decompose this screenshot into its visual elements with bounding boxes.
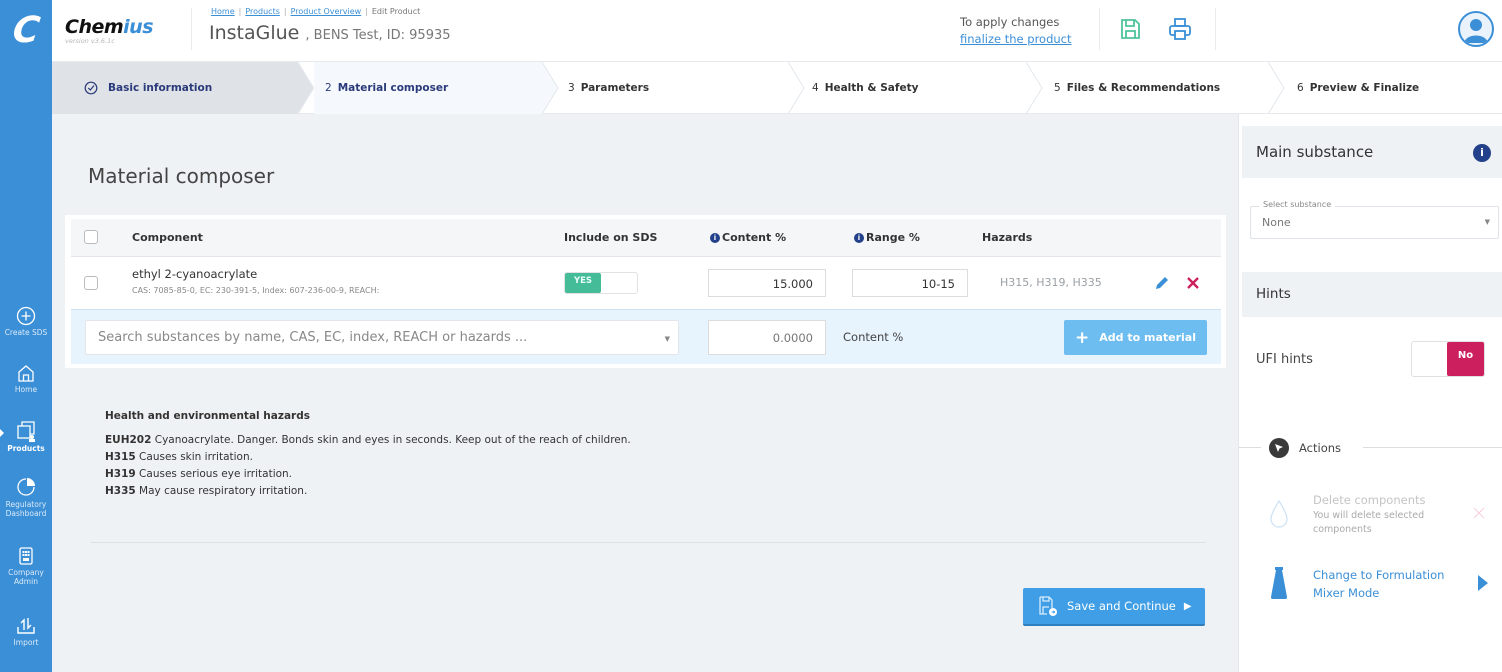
info-icon[interactable]: i xyxy=(854,233,864,243)
breadcrumb-home[interactable]: Home xyxy=(211,7,235,16)
substance-search-input[interactable]: Search substances by name, CAS, EC, inde… xyxy=(85,320,679,355)
right-sidebar: Main substance i Select substance None ▼… xyxy=(1238,114,1502,672)
rail-item-products[interactable]: Products xyxy=(0,420,52,453)
plus-circle-icon xyxy=(16,306,36,326)
col-content: i Content % xyxy=(710,231,786,244)
products-icon xyxy=(17,421,35,442)
calculator-icon xyxy=(19,547,33,565)
top-header: Chemius version v3.6.1c Home | Products | Pr… xyxy=(52,0,1502,62)
add-to-material-button[interactable]: + Add to material xyxy=(1064,320,1207,355)
select-all-checkbox[interactable] xyxy=(84,230,98,244)
caret-right-icon: ▶ xyxy=(1183,600,1192,612)
check-circle-icon xyxy=(84,81,98,95)
pie-chart-icon xyxy=(17,478,35,496)
divider xyxy=(191,8,192,50)
hints-header: Hints xyxy=(1242,272,1502,317)
table-header: Component Include on SDS i Content % i Ran… xyxy=(71,219,1221,257)
apply-changes-note: To apply changes finalize the product xyxy=(960,15,1072,48)
finalize-product-link[interactable]: finalize the product xyxy=(960,31,1072,48)
user-avatar[interactable] xyxy=(1458,11,1494,47)
delete-components-action[interactable]: Delete components You will delete select… xyxy=(1269,491,1497,541)
breadcrumb-current: Edit Product xyxy=(371,7,421,16)
info-icon[interactable]: i xyxy=(710,233,720,243)
formulation-mixer-action[interactable]: Change to Formulation Mixer Mode xyxy=(1269,566,1497,606)
step-health-safety[interactable]: 4 Health & Safety xyxy=(804,62,1034,114)
content-input[interactable]: 15.000 xyxy=(708,269,826,297)
page-title: InstaGlue , BENS Test, ID: 95935 xyxy=(209,22,451,44)
content-label: Content % xyxy=(843,330,904,344)
divider xyxy=(1239,447,1261,448)
save-icon[interactable] xyxy=(1117,16,1143,42)
rail-item-create-sds[interactable]: Create SDS xyxy=(0,306,52,337)
include-on-sds-toggle[interactable]: YES xyxy=(564,272,638,294)
main-substance-header: Main substance i xyxy=(1242,126,1502,178)
rail-item-company-admin[interactable]: Company Admin xyxy=(0,546,52,586)
brand-logo[interactable]: Chemius version v3.6.1c xyxy=(65,16,154,45)
component-name: ethyl 2-cyanoacrylate xyxy=(132,267,258,281)
wizard-steps: Basic information 2 Material composer 3 Pa… xyxy=(52,62,1502,114)
breadcrumb-product-overview[interactable]: Product Overview xyxy=(291,7,362,16)
app-logo[interactable]: C xyxy=(0,0,52,60)
import-icon xyxy=(17,618,35,634)
col-hazards: Hazards xyxy=(982,231,1033,244)
chevron-down-icon: ▼ xyxy=(1484,218,1490,226)
divider xyxy=(91,542,1206,543)
hazard-codes: H315, H319, H335 xyxy=(1000,276,1102,289)
ufi-hints-label: UFI hints xyxy=(1256,352,1313,367)
table-row: ethyl 2-cyanoacrylate CAS: 7085-85-0, EC… xyxy=(71,258,1221,309)
flask-icon xyxy=(1271,567,1287,599)
col-range: i Range % xyxy=(854,231,920,244)
rail-item-regulatory-dashboard[interactable]: Regulatory Dashboard xyxy=(0,476,52,518)
step-parameters[interactable]: 3 Parameters xyxy=(558,62,788,114)
breadcrumb: Home | Products | Product Overview | Edit Prod… xyxy=(211,7,421,16)
select-substance-dropdown[interactable]: Select substance None ▼ xyxy=(1250,200,1499,239)
add-component-row: Search substances by name, CAS, EC, inde… xyxy=(71,309,1221,364)
cursor-icon xyxy=(1269,438,1289,458)
edit-pencil-icon[interactable] xyxy=(1153,274,1171,292)
step-preview-finalize[interactable]: 6 Preview & Finalize xyxy=(1284,62,1502,114)
plus-icon: + xyxy=(1075,327,1090,348)
health-environmental-hazards: Health and environmental hazards EUH202 … xyxy=(105,408,631,500)
breadcrumb-products[interactable]: Products xyxy=(245,7,280,16)
component-identifiers: CAS: 7085-85-0, EC: 230-391-5, Index: 60… xyxy=(132,286,380,295)
rail-item-import[interactable]: Import xyxy=(0,614,52,647)
print-icon[interactable] xyxy=(1167,16,1193,42)
page-heading: Material composer xyxy=(88,164,275,188)
divider xyxy=(1215,8,1216,50)
col-include-on-sds: Include on SDS xyxy=(564,231,658,244)
divider xyxy=(1099,8,1100,50)
hazard-statement: H315 Causes skin irritation. xyxy=(105,451,253,463)
ufi-hints-toggle[interactable]: No xyxy=(1411,341,1485,377)
step-material-composer[interactable]: 2 Material composer xyxy=(314,62,542,114)
save-and-continue-button[interactable]: Save and Continue ▶ xyxy=(1023,588,1205,626)
home-icon xyxy=(18,365,34,382)
col-component: Component xyxy=(132,231,203,244)
hazard-statement: EUH202 Cyanoacrylate. Danger. Bonds skin… xyxy=(105,434,631,446)
range-input[interactable]: 10-15 xyxy=(852,269,968,297)
user-icon xyxy=(1464,19,1488,43)
actions-header: Actions xyxy=(1269,438,1341,458)
rail-item-home[interactable]: Home xyxy=(0,363,52,394)
row-checkbox[interactable] xyxy=(84,276,98,290)
left-rail: C Create SDS Home Products Regulatory Da… xyxy=(0,0,52,672)
droplet-icon xyxy=(1270,499,1288,528)
new-content-input[interactable]: 0.0000 xyxy=(708,320,826,355)
chevron-down-icon: ▼ xyxy=(664,335,670,343)
step-basic-information[interactable]: Basic information xyxy=(52,62,298,114)
save-plus-icon xyxy=(1039,596,1057,616)
step-files-recommendations[interactable]: 5 Files & Recommendations xyxy=(1042,62,1272,114)
divider xyxy=(1363,447,1502,448)
version-label: version v3.6.1c xyxy=(65,37,115,45)
hazard-statement: H319 Causes serious eye irritation. xyxy=(105,468,293,480)
close-icon xyxy=(1473,507,1485,519)
delete-x-icon[interactable] xyxy=(1186,276,1200,290)
caret-right-icon xyxy=(1478,575,1488,591)
main-content: Material composer Component Include on S… xyxy=(52,114,1238,672)
info-icon[interactable]: i xyxy=(1473,144,1491,162)
hazard-statement: H335 May cause respiratory irritation. xyxy=(105,485,308,497)
components-table: Component Include on SDS i Content % i Ran… xyxy=(65,215,1226,368)
